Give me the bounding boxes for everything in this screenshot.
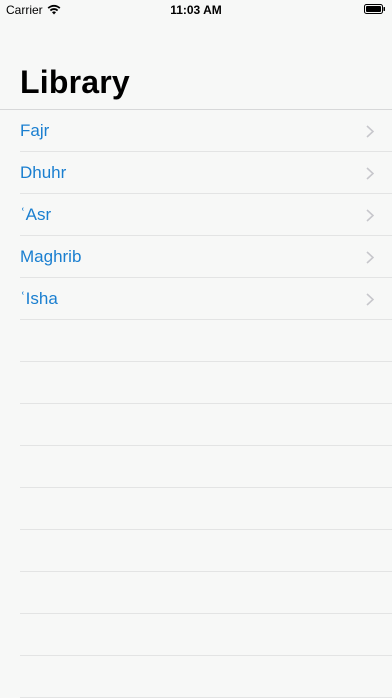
empty-row-separator xyxy=(20,320,392,362)
chevron-right-icon xyxy=(366,209,374,222)
chevron-right-icon xyxy=(366,167,374,180)
list-item-label: Fajr xyxy=(20,121,50,140)
battery-icon xyxy=(364,4,385,14)
empty-row-separator xyxy=(20,614,392,656)
chevron-right-icon xyxy=(366,125,374,138)
list-item-label: ʿAsr xyxy=(20,205,52,224)
empty-row-separator xyxy=(20,656,392,698)
status-time: 11:03 AM xyxy=(170,3,222,17)
page-title: Library xyxy=(20,64,130,100)
prayer-list: Fajr Dhuhr ʿAsr Maghrib ʿIsha xyxy=(0,110,392,698)
empty-row-separator xyxy=(20,488,392,530)
list-item-maghrib[interactable]: Maghrib xyxy=(20,236,392,278)
empty-row-separator xyxy=(20,446,392,488)
list-item-label: ʿIsha xyxy=(20,289,58,308)
empty-row-separator xyxy=(20,362,392,404)
list-item-fajr[interactable]: Fajr xyxy=(20,110,392,152)
empty-row-separator xyxy=(20,572,392,614)
list-item-asr[interactable]: ʿAsr xyxy=(20,194,392,236)
chevron-right-icon xyxy=(366,293,374,306)
empty-row-separator xyxy=(20,404,392,446)
list-item-label: Dhuhr xyxy=(20,163,67,182)
empty-row-separator xyxy=(20,530,392,572)
list-item-isha[interactable]: ʿIsha xyxy=(20,278,392,320)
list-item-label: Maghrib xyxy=(20,247,82,266)
navigation-header: Library xyxy=(0,20,392,110)
list-item-dhuhr[interactable]: Dhuhr xyxy=(20,152,392,194)
status-bar: Carrier 11:03 AM xyxy=(0,0,392,20)
chevron-right-icon xyxy=(366,251,374,264)
